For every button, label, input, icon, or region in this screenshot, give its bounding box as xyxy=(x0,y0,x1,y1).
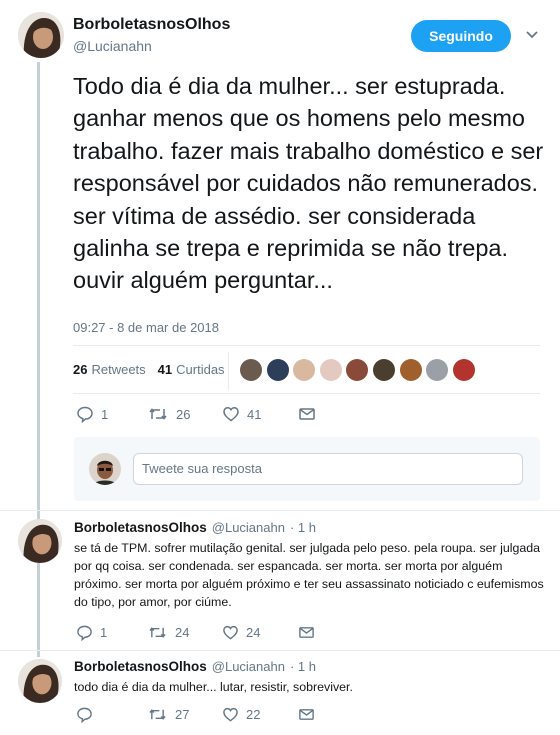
stats-separator xyxy=(228,352,229,390)
tweet-actions: 1 26 41 xyxy=(76,405,316,423)
dm-icon[interactable] xyxy=(298,624,315,641)
reply-box: Tweete sua resposta xyxy=(74,437,540,501)
following-button[interactable]: Seguindo xyxy=(411,20,511,52)
dm-action[interactable] xyxy=(298,624,315,641)
reply-time[interactable]: · 1 h xyxy=(290,659,316,674)
author-avatar[interactable] xyxy=(18,519,62,563)
chevron-down-icon[interactable] xyxy=(524,26,540,42)
reply-text: se tá de TPM. sofrer mutilação genital. … xyxy=(74,541,544,609)
liker-avatar[interactable] xyxy=(319,359,342,381)
like-count-action: 41 xyxy=(247,406,262,422)
tweet-actions: 1 24 24 xyxy=(76,624,315,641)
author-name[interactable]: BorboletasnosOlhos xyxy=(74,520,207,535)
like-count-action: 24 xyxy=(246,625,261,640)
liker-avatar[interactable] xyxy=(240,359,262,381)
author-avatar[interactable] xyxy=(18,659,62,703)
retweet-action[interactable]: 24 xyxy=(148,624,222,641)
liker-avatar[interactable] xyxy=(293,359,316,381)
author-avatar[interactable] xyxy=(18,12,64,58)
like-icon[interactable] xyxy=(222,706,239,723)
like-icon[interactable] xyxy=(222,405,240,423)
divider xyxy=(0,510,560,511)
tweet-text: Todo dia é dia da mulher... ser estuprad… xyxy=(73,73,544,294)
dm-icon[interactable] xyxy=(298,405,316,423)
like-action[interactable]: 41 xyxy=(222,405,298,423)
retweet-icon[interactable] xyxy=(148,706,167,723)
liker-avatar[interactable] xyxy=(452,359,475,381)
retweet-count: 26 xyxy=(176,406,191,422)
likers-avatars xyxy=(240,359,479,381)
tweet-actions: 27 22 xyxy=(76,706,315,723)
retweet-icon[interactable] xyxy=(148,405,168,423)
reply-input[interactable]: Tweete sua resposta xyxy=(133,453,523,485)
author-handle[interactable]: @Lucianahn xyxy=(212,659,285,674)
liker-avatar[interactable] xyxy=(346,359,369,381)
divider xyxy=(73,345,540,346)
current-user-avatar[interactable] xyxy=(89,453,121,485)
retweet-label[interactable]: Retweets xyxy=(91,362,145,377)
dm-action[interactable] xyxy=(298,706,315,723)
reply-icon[interactable] xyxy=(76,624,93,641)
retweet-count: 27 xyxy=(175,707,190,722)
reply-text: todo dia é dia da mulher... lutar, resis… xyxy=(74,680,353,694)
reply-action[interactable] xyxy=(76,706,148,723)
dm-icon[interactable] xyxy=(298,706,315,723)
retweet-count: 24 xyxy=(175,625,190,640)
like-action[interactable]: 24 xyxy=(222,624,298,641)
reply-header: BorboletasnosOlhos @Lucianahn · 1 h xyxy=(74,659,316,674)
tweet-timestamp[interactable]: 09:27 - 8 de mar de 2018 xyxy=(73,320,219,335)
like-label[interactable]: Curtidas xyxy=(176,362,224,377)
thread-line xyxy=(37,62,40,657)
like-action[interactable]: 22 xyxy=(222,706,298,723)
reply-action[interactable]: 1 xyxy=(76,405,148,423)
like-count[interactable]: 41 xyxy=(158,362,172,377)
liker-avatar[interactable] xyxy=(372,359,395,381)
reply-action[interactable]: 1 xyxy=(76,624,148,641)
tweet-stats: 26 Retweets 41 Curtidas xyxy=(73,362,225,377)
author-handle[interactable]: @Lucianahn xyxy=(212,520,285,535)
retweet-count[interactable]: 26 xyxy=(73,362,87,377)
liker-avatar[interactable] xyxy=(426,359,449,381)
reply-count: 1 xyxy=(100,625,108,640)
retweet-action[interactable]: 26 xyxy=(148,405,222,423)
dm-action[interactable] xyxy=(298,405,316,423)
author-handle[interactable]: @Lucianahn xyxy=(73,38,152,54)
divider xyxy=(0,650,560,651)
author-name[interactable]: BorboletasnosOlhos xyxy=(73,16,230,34)
reply-icon[interactable] xyxy=(76,405,94,423)
reply-icon[interactable] xyxy=(76,706,93,723)
retweet-action[interactable]: 27 xyxy=(148,706,222,723)
divider xyxy=(73,393,540,394)
reply-count: 1 xyxy=(101,406,109,422)
like-count-action: 22 xyxy=(246,707,261,722)
reply-time[interactable]: · 1 h xyxy=(290,520,316,535)
liker-avatar[interactable] xyxy=(399,359,422,381)
retweet-icon[interactable] xyxy=(148,624,167,641)
author-name[interactable]: BorboletasnosOlhos xyxy=(74,659,207,674)
like-icon[interactable] xyxy=(222,624,239,641)
reply-header: BorboletasnosOlhos @Lucianahn · 1 h xyxy=(74,520,316,535)
liker-avatar[interactable] xyxy=(266,359,289,381)
